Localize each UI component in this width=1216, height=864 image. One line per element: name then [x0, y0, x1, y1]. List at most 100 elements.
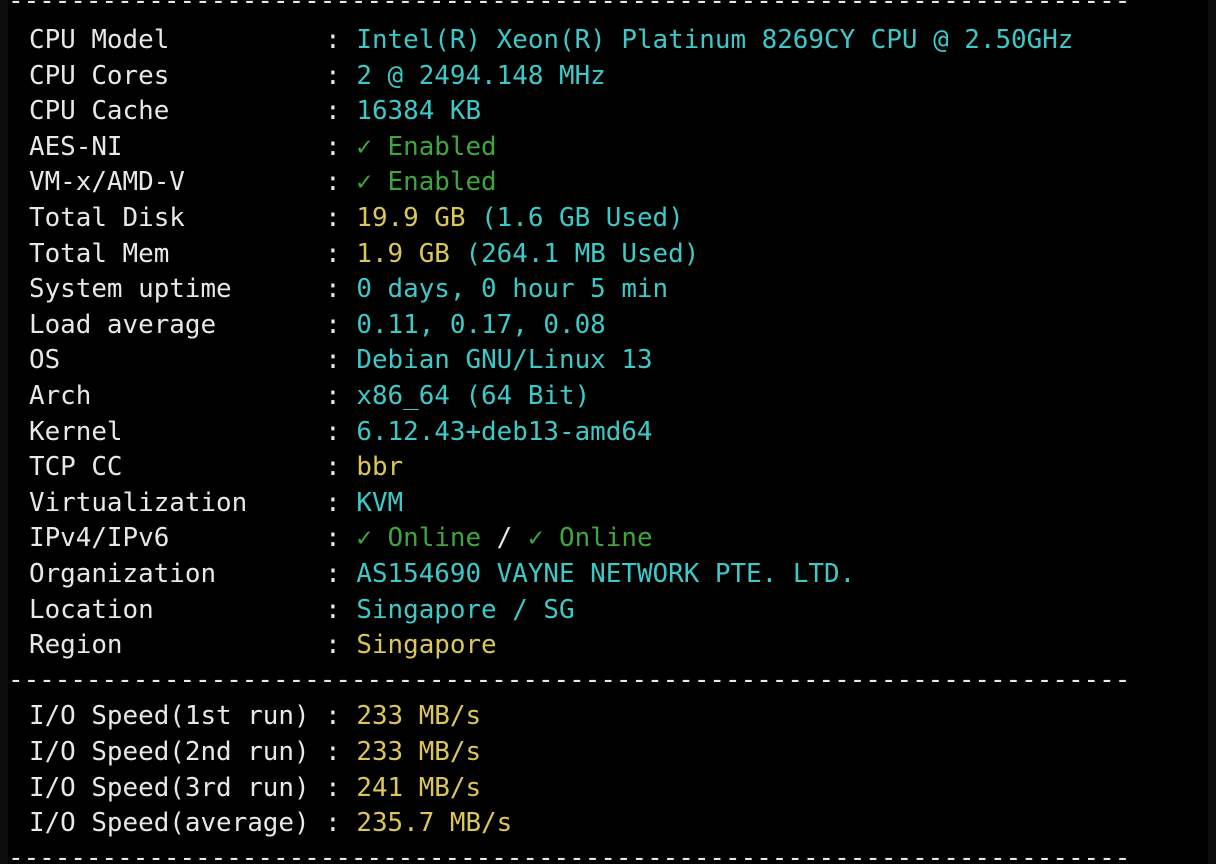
- colon-separator: :: [325, 523, 357, 554]
- system_info-row: CPU Model : Intel(R) Xeon(R) Platinum 82…: [29, 22, 1073, 58]
- colon-separator: :: [325, 96, 357, 127]
- system_info-key: Kernel: [29, 416, 123, 447]
- padding: [216, 310, 325, 340]
- system_info-row: TCP CC : bbr: [29, 449, 403, 485]
- system_info-value: ✓ Online: [356, 523, 482, 554]
- system_info-value: ✓ Online: [527, 523, 653, 554]
- system_info-value: (1.6 GB Used): [465, 203, 684, 233]
- padding: [154, 595, 325, 625]
- system_info-value: Debian GNU/Linux 13: [356, 345, 653, 376]
- system_info-key: Total Mem: [29, 238, 170, 269]
- padding: [123, 417, 326, 447]
- system_info-key: TCP CC: [29, 452, 123, 483]
- colon-separator: :: [325, 381, 357, 411]
- io_speed-value: 241 MB/s: [356, 772, 482, 803]
- colon-separator: :: [325, 309, 357, 340]
- padding: [91, 381, 325, 411]
- system_info-key: Total Disk: [29, 203, 185, 233]
- system_info-key: VM-x/AMD-V: [29, 167, 185, 198]
- system_info-row: CPU Cores : 2 @ 2494.148 MHz: [29, 58, 606, 94]
- io_speed-row: I/O Speed(1st run) : 233 MB/s: [29, 698, 481, 734]
- io_speed-key: I/O Speed(3rd run): [29, 772, 310, 803]
- system_info-key: AES-NI: [29, 131, 123, 162]
- colon-separator: :: [325, 737, 357, 767]
- system_info-row: Location : Singapore / SG: [29, 592, 575, 628]
- io_speed-key: I/O Speed(average): [29, 808, 310, 839]
- system_info-row: VM-x/AMD-V : ✓ Enabled: [29, 164, 497, 200]
- colon-separator: :: [325, 416, 357, 447]
- system_info-row: Virtualization : KVM: [29, 485, 403, 521]
- system_info-row: Total Mem : 1.9 GB (264.1 MB Used): [29, 236, 699, 272]
- system_info-row: OS : Debian GNU/Linux 13: [29, 342, 653, 378]
- system_info-value: (264.1 MB Used): [449, 238, 700, 269]
- padding: [169, 239, 325, 269]
- padding: [123, 132, 326, 162]
- system_info-value: ✓ Enabled: [356, 131, 497, 162]
- colon-separator: :: [325, 630, 357, 661]
- separator-line: ----------------------------------------…: [8, 842, 1128, 864]
- separator-line: ----------------------------------------…: [8, 0, 1128, 16]
- colon-separator: :: [325, 203, 357, 233]
- system_info-value: Singapore: [356, 630, 497, 661]
- io_speed-row: I/O Speed(3rd run) : 241 MB/s: [29, 770, 481, 806]
- colon-separator: :: [325, 808, 357, 839]
- system_info-row: Organization : AS154690 VAYNE NETWORK PT…: [29, 556, 855, 592]
- system_info-value: 19.9 GB: [356, 203, 466, 233]
- system_info-value: AS154690 VAYNE NETWORK PTE. LTD.: [356, 559, 856, 589]
- padding: [169, 61, 325, 91]
- padding: [310, 737, 326, 767]
- system_info-key: System uptime: [29, 274, 232, 305]
- system_info-row: AES-NI : ✓ Enabled: [29, 129, 497, 165]
- system_info-value: ✓ Enabled: [356, 167, 497, 198]
- colon-separator: :: [325, 559, 357, 589]
- system_info-value: bbr: [356, 452, 404, 483]
- system_info-value: KVM: [356, 487, 404, 518]
- system_info-key: CPU Cores: [29, 60, 170, 91]
- io_speed-row: I/O Speed(average) : 235.7 MB/s: [29, 805, 512, 841]
- system_info-value: 2 @ 2494.148 MHz: [356, 60, 606, 91]
- colon-separator: :: [325, 238, 357, 269]
- system_info-key: OS: [29, 345, 61, 376]
- system_info-value: Intel(R) Xeon(R) Platinum 8269CY CPU @ 2…: [356, 25, 1074, 55]
- colon-separator: :: [325, 594, 357, 625]
- colon-separator: :: [325, 131, 357, 162]
- system_info-key: Organization: [29, 559, 217, 589]
- colon-separator: :: [325, 345, 357, 376]
- system_info-row: Region : Singapore: [29, 627, 497, 663]
- system_info-key: Load average: [29, 309, 217, 340]
- system_info-value: Singapore / SG: [356, 594, 575, 625]
- padding: [232, 274, 326, 304]
- padding: [169, 25, 325, 55]
- padding: [169, 523, 325, 553]
- system_info-value: 1.9 GB: [356, 238, 450, 269]
- io_speed-key: I/O Speed(1st run): [29, 701, 310, 732]
- colon-separator: :: [325, 274, 357, 305]
- io_speed-value: 233 MB/s: [356, 737, 482, 767]
- system_info-row: Total Disk : 19.9 GB (1.6 GB Used): [29, 200, 684, 236]
- colon-separator: :: [325, 487, 357, 518]
- system_info-value: /: [481, 523, 528, 554]
- system_info-key: Arch: [29, 381, 92, 411]
- terminal-window[interactable]: ----------------------------------------…: [8, 0, 1208, 864]
- system_info-key: Virtualization: [29, 487, 248, 518]
- padding: [310, 701, 326, 731]
- padding: [169, 96, 325, 126]
- system_info-value: 16384 KB: [356, 96, 482, 127]
- io_speed-value: 233 MB/s: [356, 701, 482, 732]
- system_info-row: Load average : 0.11, 0.17, 0.08: [29, 307, 606, 343]
- padding: [123, 452, 326, 482]
- padding: [216, 559, 325, 589]
- system_info-row: CPU Cache : 16384 KB: [29, 93, 481, 129]
- io_speed-value: 235.7 MB/s: [356, 808, 513, 839]
- io_speed-key: I/O Speed(2nd run): [29, 737, 310, 767]
- padding: [310, 773, 326, 803]
- system_info-key: CPU Cache: [29, 96, 170, 127]
- system_info-key: Region: [29, 630, 123, 661]
- system_info-value: 6.12.43+deb13-amd64: [356, 416, 653, 447]
- system_info-row: Arch : x86_64 (64 Bit): [29, 378, 590, 414]
- colon-separator: :: [325, 772, 357, 803]
- padding: [185, 203, 325, 233]
- system_info-value: 0 days, 0 hour 5 min: [356, 274, 669, 305]
- colon-separator: :: [325, 452, 357, 483]
- system_info-value: 0.11, 0.17, 0.08: [356, 309, 606, 340]
